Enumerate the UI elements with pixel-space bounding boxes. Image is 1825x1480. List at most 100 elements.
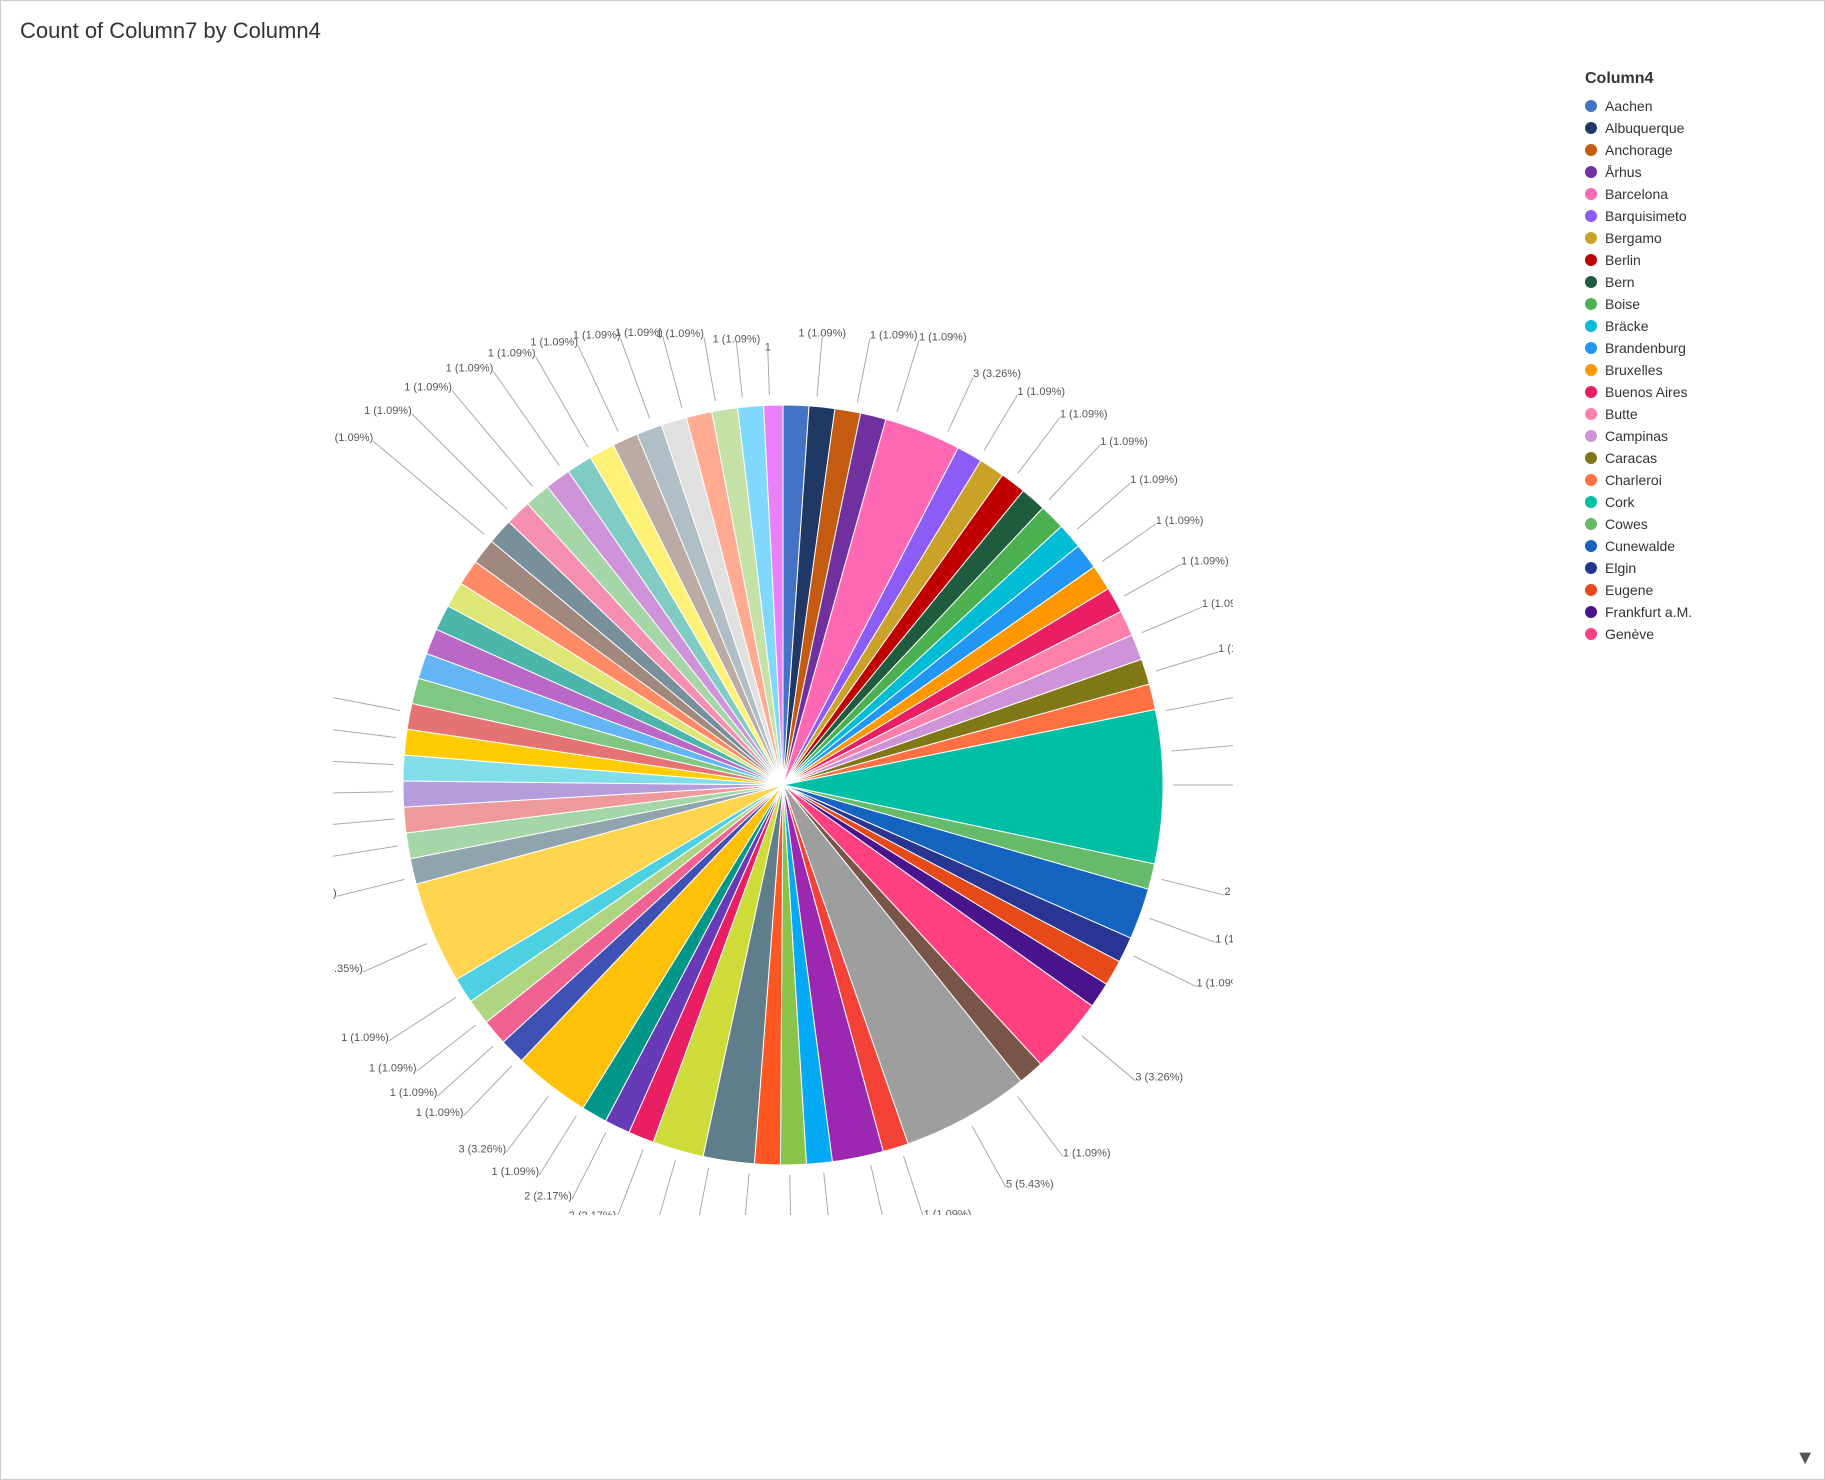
legend-color-dot [1585,254,1597,266]
legend-item: Charleroi [1585,472,1815,488]
legend-color-dot [1585,100,1597,112]
pie-label: 1 (1.09%) [1100,436,1148,448]
legend-item: Bern [1585,274,1815,290]
pie-label: 2 (2.17%) [1224,886,1233,898]
legend-color-dot [1585,166,1597,178]
pie-label: 1 (1.09%) [530,336,578,348]
pie-label: 1 (1.09%) [923,1209,971,1215]
scroll-down-arrow[interactable]: ▼ [1795,1447,1815,1470]
legend-label: Bräcke [1605,318,1649,334]
legend-item: Elgin [1585,560,1815,576]
legend-title: Column4 [1585,70,1815,88]
legend-item: Barcelona [1585,186,1815,202]
legend-label: Aachen [1605,98,1652,114]
pie-label: 2 (2.17%) [524,1190,572,1202]
legend-color-dot [1585,474,1597,486]
legend-item: Berlin [1585,252,1815,268]
legend-label: Barcelona [1605,186,1668,202]
legend-label: Charleroi [1605,472,1662,488]
legend-color-dot [1585,364,1597,376]
pie-label: 1 (1.09%) [1017,386,1065,398]
legend-color-dot [1585,342,1597,354]
legend-color-dot [1585,122,1597,134]
legend-color-dot [1585,320,1597,332]
pie-label: 1 (1.09%) [445,362,493,374]
pie-label: 1 (1.09%) [341,1032,389,1044]
legend-label: Eugene [1605,582,1653,598]
legend-item: Århus [1585,164,1815,180]
pie-label: 1 (1.09%) [1196,978,1233,990]
legend-label: Campinas [1605,428,1668,444]
legend-item: Campinas [1585,428,1815,444]
legend-color-dot [1585,452,1597,464]
legend-label: Cunewalde [1605,538,1675,554]
pie-label: 1 (1.09%) [1130,474,1178,486]
legend-color-dot [1585,496,1597,508]
legend-item: Anchorage [1585,142,1815,158]
legend-label: Caracas [1605,450,1657,466]
legend-label: Barquisimeto [1605,208,1687,224]
pie-label: 1 (1.09%) [491,1166,539,1178]
legend-item: Butte [1585,406,1815,422]
pie-label: 1 (1.09%) [918,331,966,343]
legend-label: Genève [1605,626,1654,642]
legend-color-dot [1585,408,1597,420]
legend-item: Bräcke [1585,318,1815,334]
pie-label: 1 (1.09%) [415,1107,463,1119]
pie-label: 1 (1.09%) [614,327,662,339]
pie-label: 3 (3.26%) [458,1143,506,1155]
legend-item: Caracas [1585,450,1815,466]
legend-label: Anchorage [1605,142,1673,158]
legend-item: Aachen [1585,98,1815,114]
pie-label: 1 (1.09%) [333,432,373,444]
legend-item: Eugene [1585,582,1815,598]
pie-label: 5 (5.43%) [1006,1178,1054,1190]
legend-color-dot [1585,188,1597,200]
legend-items: Aachen Albuquerque Anchorage Århus Barcelona… [1585,98,1815,648]
legend-label: Berlin [1605,252,1641,268]
pie-label: 1 (1.09%) [368,1062,416,1074]
pie-label: 1 (1.09%) [1218,643,1233,655]
legend-label: Cork [1605,494,1635,510]
chart-title: Count of Column7 by Column4 [20,18,321,44]
pie-label: 1 (1.09%) [869,329,917,341]
pie-label: 1 (1.09%) [389,1087,437,1099]
legend-color-dot [1585,540,1597,552]
pie-area: 11 (1.09%)1 (1.09%)1 (1.09%)1 (1.09%)1 (… [0,50,1565,1480]
main-container: 11 (1.09%)1 (1.09%)1 (1.09%)1 (1.09%)1 (… [0,50,1825,1480]
legend-label: Frankfurt a.M. [1605,604,1692,620]
legend-color-dot [1585,628,1597,640]
legend-label: Buenos Aires [1605,384,1688,400]
legend-area: Column4 Aachen Albuquerque Anchorage Århus B… [1565,50,1825,1480]
pie-label: 1 (1.09%) [364,405,412,417]
legend-color-dot [1585,386,1597,398]
pie-label: 1 (1.09%) [572,330,620,342]
legend-item: Cunewalde [1585,538,1815,554]
legend-label: Brandenburg [1605,340,1686,356]
legend-item: Bergamo [1585,230,1815,246]
legend-item: Boise [1585,296,1815,312]
pie-label: 1 (1.09%) [404,381,452,393]
legend-label: Cowes [1605,516,1648,532]
pie-label: 3 (3.26%) [1135,1072,1183,1084]
pie-label: 1 (1.09%) [1059,409,1107,421]
legend-item: Genève [1585,626,1815,642]
pie-label: 1 (1.09%) [1180,555,1228,567]
legend-color-dot [1585,210,1597,222]
legend-label: Bern [1605,274,1635,290]
pie-chart: 11 (1.09%)1 (1.09%)1 (1.09%)1 (1.09%)1 (… [333,315,1233,1215]
legend-label: Albuquerque [1605,120,1684,136]
legend-color-dot [1585,298,1597,310]
pie-label: 1 (1.09%) [798,328,846,340]
pie-label: 1 (1.09%) [1155,515,1203,527]
pie-label: 3 (3.26%) [973,368,1021,380]
legend-item: Cowes [1585,516,1815,532]
legend-color-dot [1585,584,1597,596]
legend-item: Barquisimeto [1585,208,1815,224]
pie-label: 1 (1.09%) [1215,933,1233,945]
legend-color-dot [1585,518,1597,530]
pie-label: 2 (2.17%) [568,1210,616,1215]
pie-label: 4 (4.35%) [333,963,363,975]
legend-label: Århus [1605,164,1642,180]
pie-label: 1 (1.09%) [333,887,337,899]
